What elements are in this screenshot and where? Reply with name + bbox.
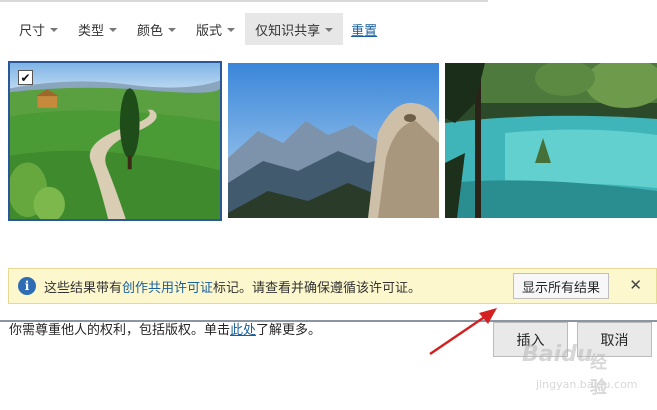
result-image-1[interactable]: ✔: [8, 61, 222, 221]
mountains-image: [228, 63, 439, 218]
watermark-brand: Baidu: [522, 342, 593, 367]
filter-bar: 尺寸 类型 颜色 版式 仅知识共享 重置: [0, 13, 377, 45]
close-icon[interactable]: ✕: [629, 276, 642, 294]
result-image-2[interactable]: [228, 63, 439, 218]
filter-size-dropdown[interactable]: 尺寸: [0, 13, 68, 45]
filter-size-label: 尺寸: [19, 23, 46, 39]
lake-forest-image: [445, 63, 657, 218]
filter-color-label: 颜色: [137, 23, 164, 39]
notice-text-after: 标记。请查看并确保遵循该许可证。: [213, 280, 422, 296]
chevron-down-icon: [325, 28, 334, 32]
filter-layout-label: 版式: [196, 23, 223, 39]
rights-text-before: 你需尊重他人的权利，包括版权。单击: [9, 323, 231, 338]
filter-layout-dropdown[interactable]: 版式: [186, 13, 245, 45]
creative-commons-link[interactable]: 创作共用许可证: [122, 281, 213, 296]
chevron-down-icon: [168, 28, 177, 32]
landscape-hills-image: [10, 63, 220, 219]
chevron-down-icon: [50, 28, 59, 32]
watermark-url: jingyan.baidu.com: [536, 378, 638, 391]
notice-text-before: 这些结果带有: [44, 280, 123, 296]
info-icon: i: [18, 277, 36, 295]
license-notice-text: 这些结果带有创作共用许可证标记。请查看并确保遵循该许可证。: [44, 277, 421, 296]
filter-type-label: 类型: [78, 23, 105, 39]
baidu-watermark: Baidu 经验 jingyan.baidu.com: [492, 340, 638, 400]
top-divider: [0, 0, 488, 2]
rights-text-after: 了解更多。: [256, 323, 322, 338]
learn-more-link[interactable]: 此处: [230, 323, 256, 338]
check-icon: ✔: [20, 70, 31, 85]
result-image-3[interactable]: [445, 63, 657, 218]
chevron-down-icon: [227, 28, 236, 32]
show-all-results-button[interactable]: 显示所有结果: [513, 273, 609, 299]
image-select-checkbox[interactable]: ✔: [18, 70, 33, 85]
filter-color-dropdown[interactable]: 颜色: [127, 13, 186, 45]
chevron-down-icon: [109, 28, 118, 32]
reset-link[interactable]: 重置: [351, 20, 377, 39]
license-notice-bar: i 这些结果带有创作共用许可证标记。请查看并确保遵循该许可证。 显示所有结果 ✕: [8, 268, 657, 304]
rights-notice: 你需尊重他人的权利，包括版权。单击此处了解更多。: [9, 319, 321, 338]
filter-creative-commons-label: 仅知识共享: [255, 23, 321, 39]
filter-type-dropdown[interactable]: 类型: [68, 13, 127, 45]
results-panel: ✔ i 这些结果带有创作共用许可证标记。请查看并确保遵循该许可证。 显示所有结果…: [0, 52, 657, 357]
filter-creative-commons-dropdown[interactable]: 仅知识共享: [245, 13, 344, 45]
